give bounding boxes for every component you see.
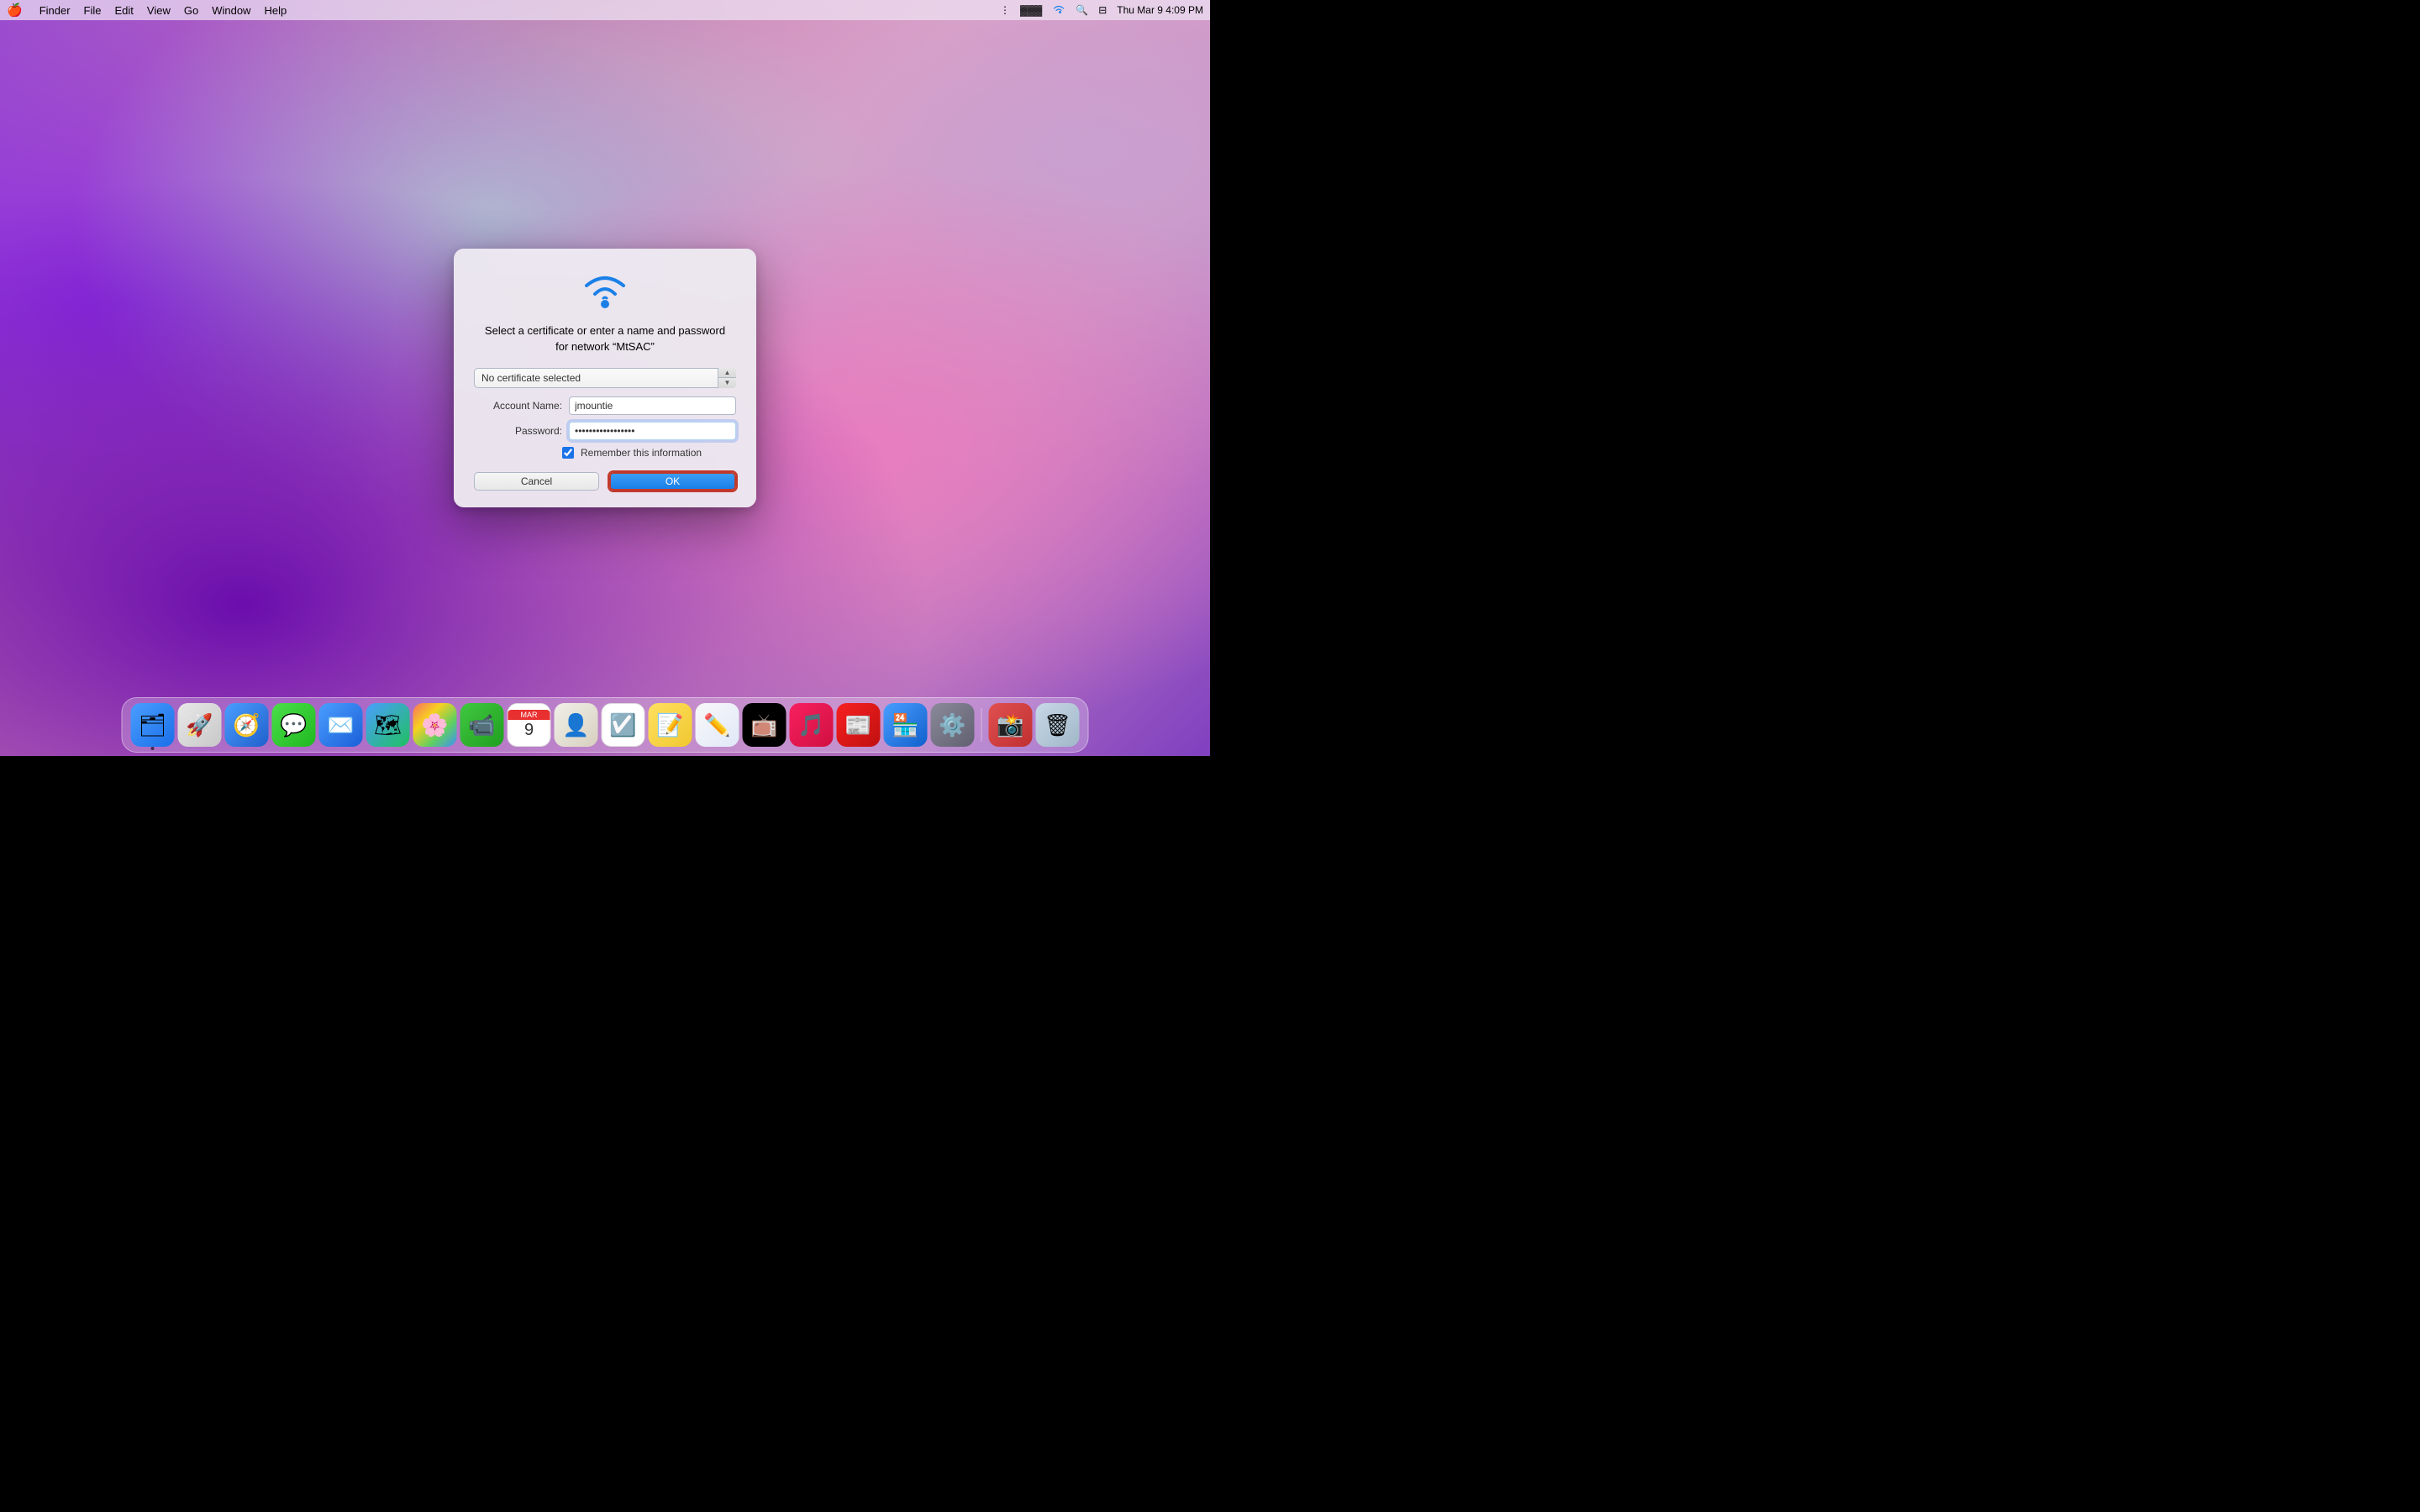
notes-icon: 📝 <box>656 712 683 738</box>
search-menubar-icon[interactable]: 🔍 <box>1076 4 1088 16</box>
menubar-right: ⋮ ▓▓▓ 🔍 ⊟ Thu Mar 9 4:09 PM <box>1000 4 1203 17</box>
apple-menu[interactable]: 🍎 <box>7 3 23 18</box>
calendar-day: 9 <box>524 720 534 740</box>
dock-item-notes[interactable]: 📝 <box>649 703 692 747</box>
contacts-icon: 👤 <box>562 712 589 738</box>
menubar-go[interactable]: Go <box>184 4 198 17</box>
dialog-title: Select a certificate or enter a name and… <box>485 323 725 354</box>
dock-item-launchpad[interactable]: 🚀 <box>178 703 222 747</box>
menubar-app-name[interactable]: Finder <box>39 4 71 17</box>
certificate-dropdown-container[interactable]: No certificate selected ▲ ▼ <box>474 368 736 388</box>
account-name-label: Account Name: <box>474 400 562 412</box>
calendar-month: MAR <box>508 710 550 720</box>
wifi-auth-dialog: Select a certificate or enter a name and… <box>454 249 756 507</box>
dock-item-news[interactable]: 📰 <box>837 703 881 747</box>
modal-overlay: Select a certificate or enter a name and… <box>0 0 1210 756</box>
finder-dot <box>151 747 155 750</box>
account-name-row: Account Name: <box>474 396 736 415</box>
dialog-buttons: Cancel OK <box>474 472 736 491</box>
dock-item-appstore[interactable]: 🏪 <box>884 703 928 747</box>
dock-separator <box>981 708 982 742</box>
dock-item-facetime[interactable]: 📹 <box>460 703 504 747</box>
photos-icon: 🌸 <box>421 712 448 738</box>
password-label: Password: <box>474 425 562 437</box>
dock-item-maps[interactable]: 🗺 <box>366 703 410 747</box>
menubar: 🍎 Finder File Edit View Go Window Help ⋮… <box>0 0 1210 20</box>
dock-item-reminders[interactable]: ☑️ <box>602 703 645 747</box>
dock-item-safari[interactable]: 🧭 <box>225 703 269 747</box>
dialog-title-line1: Select a certificate or enter a name and… <box>485 324 725 337</box>
maps-icon: 🗺 <box>374 712 402 738</box>
messages-icon: 💬 <box>280 712 307 738</box>
menubar-edit[interactable]: Edit <box>115 4 134 17</box>
dock-item-appletv[interactable]: 📺 <box>743 703 786 747</box>
dock-item-finder[interactable]: 🗂 <box>131 703 175 747</box>
certificate-select[interactable]: No certificate selected <box>474 368 736 388</box>
dock-item-screen-capture[interactable]: 📸 <box>989 703 1033 747</box>
dock-item-system-preferences[interactable]: ⚙️ <box>931 703 975 747</box>
datetime-display[interactable]: Thu Mar 9 4:09 PM <box>1117 4 1203 16</box>
dock-item-freeform[interactable]: ✏️ <box>696 703 739 747</box>
appletv-icon: 📺 <box>750 712 777 738</box>
news-icon: 📰 <box>844 712 871 738</box>
menubar-help[interactable]: Help <box>264 4 287 17</box>
menubar-window[interactable]: Window <box>212 4 250 17</box>
dock-item-calendar[interactable]: MAR 9 <box>508 703 551 747</box>
dock-item-trash[interactable]: 🗑 <box>1036 703 1080 747</box>
dock-item-contacts[interactable]: 👤 <box>555 703 598 747</box>
mail-icon: ✉️ <box>327 712 354 738</box>
trash-icon: 🗑 <box>1044 712 1071 738</box>
safari-icon: 🧭 <box>233 712 260 738</box>
finder-icon: 🗂 <box>139 712 166 738</box>
certificate-stepper[interactable]: ▲ ▼ <box>718 368 736 388</box>
password-row: Password: <box>474 422 736 440</box>
dock-item-music[interactable]: 🎵 <box>790 703 834 747</box>
dock: 🗂 🚀 🧭 💬 ✉️ 🗺 🌸 📹 MAR 9 👤 ☑️ 📝 <box>122 697 1089 753</box>
freeform-icon: ✏️ <box>703 712 730 738</box>
remember-checkbox[interactable] <box>562 447 574 459</box>
screen-capture-icon: 📸 <box>997 712 1023 738</box>
password-input[interactable] <box>569 422 736 440</box>
reminders-icon: ☑️ <box>609 712 636 738</box>
remember-row: Remember this information <box>474 447 736 459</box>
dock-item-photos[interactable]: 🌸 <box>413 703 457 747</box>
cert-stepper-down[interactable]: ▼ <box>718 378 736 388</box>
wifi-dialog-icon <box>580 269 630 313</box>
menubar-file[interactable]: File <box>84 4 102 17</box>
menubar-left: 🍎 Finder File Edit View Go Window Help <box>7 3 287 18</box>
dock-item-mail[interactable]: ✉️ <box>319 703 363 747</box>
cert-stepper-up[interactable]: ▲ <box>718 368 736 379</box>
wifi-menubar-icon[interactable] <box>1052 4 1065 17</box>
battery-icon: ▓▓▓ <box>1020 4 1042 16</box>
account-name-input[interactable] <box>569 396 736 415</box>
cancel-button[interactable]: Cancel <box>474 472 599 491</box>
facetime-icon: 📹 <box>468 712 495 738</box>
system-preferences-icon: ⚙️ <box>939 712 965 738</box>
dialog-title-line2: for network “MtSAC” <box>555 340 655 353</box>
extensions-icon: ⋮ <box>1000 4 1010 16</box>
appstore-icon: 🏪 <box>892 712 918 738</box>
dock-item-messages[interactable]: 💬 <box>272 703 316 747</box>
menubar-view[interactable]: View <box>147 4 171 17</box>
music-icon: 🎵 <box>797 712 824 738</box>
remember-label[interactable]: Remember this information <box>581 447 702 459</box>
control-center-icon[interactable]: ⊟ <box>1098 4 1107 16</box>
ok-button[interactable]: OK <box>609 472 736 491</box>
launchpad-icon: 🚀 <box>186 712 213 738</box>
